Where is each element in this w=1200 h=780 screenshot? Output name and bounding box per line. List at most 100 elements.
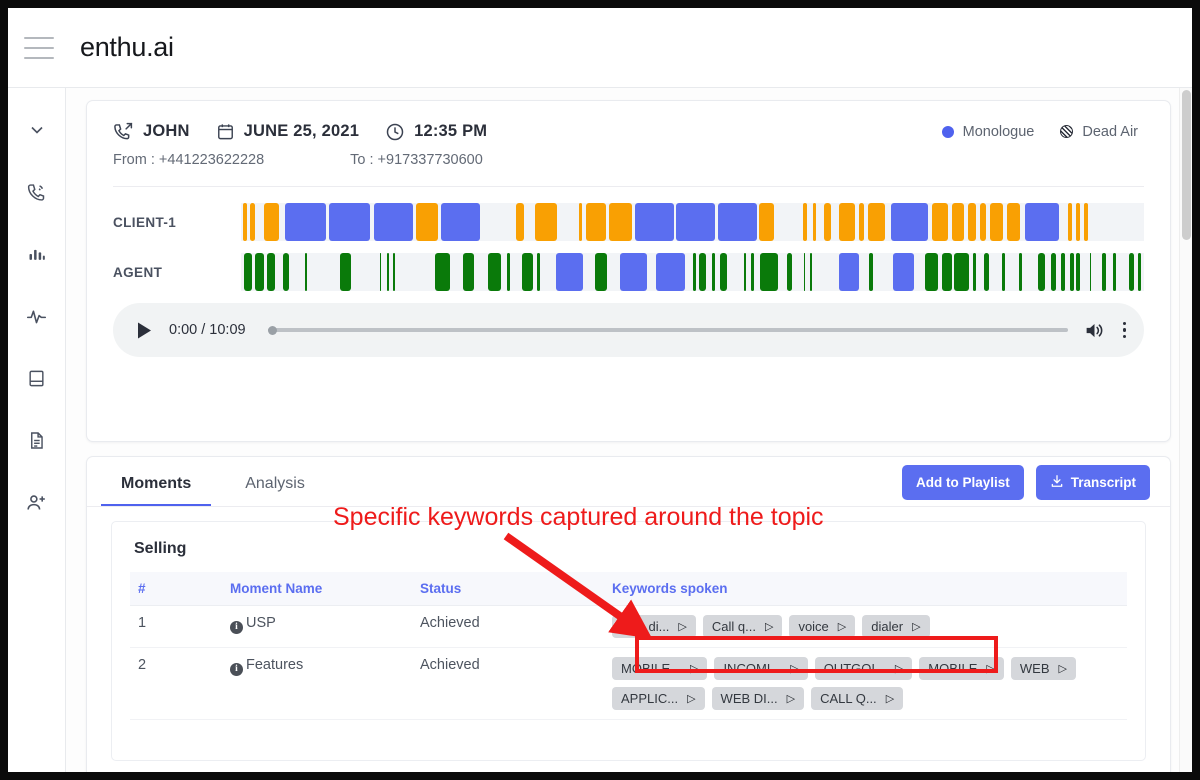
keyword-chip[interactable]: WEB DI... ▷: [711, 687, 805, 710]
call-time: 12:35 PM: [385, 122, 487, 142]
activity-pulse-icon: [26, 306, 47, 327]
play-keyword-icon[interactable]: ▷: [790, 662, 798, 675]
player-time: 0:00 / 10:09: [169, 322, 246, 338]
phone-ringing-icon: [26, 182, 47, 203]
scrollbar-thumb[interactable]: [1182, 90, 1191, 240]
track-segment: [698, 253, 707, 291]
track-segment: [634, 203, 674, 241]
tab-analysis[interactable]: Analysis: [239, 475, 311, 507]
track-segment: [867, 203, 885, 241]
keyword-chip[interactable]: MOBILE ▷: [919, 657, 1004, 680]
call-from: From : +441223622228: [113, 152, 265, 168]
call-to: To : +917337730600: [350, 152, 483, 168]
keyword-chip-label: MOBILE: [928, 661, 978, 676]
sidebar-item-activity[interactable]: [17, 296, 57, 336]
track-segment: [264, 203, 279, 241]
keyword-chip[interactable]: dialer ▷: [862, 615, 930, 638]
moment-group-title: Selling: [134, 540, 187, 557]
play-button[interactable]: [131, 317, 157, 343]
add-to-playlist-button[interactable]: Add to Playlist: [901, 465, 1024, 500]
table-header-row: # Moment Name Status Keywords spoken: [130, 572, 1127, 606]
keyword-chip[interactable]: APPLIC... ▷: [612, 687, 705, 710]
track-segment: [1060, 253, 1066, 291]
track-segment: [743, 253, 746, 291]
table-row: 2 i Features Achieved MOBILE... ▷ INCOMI... ▷ OU…: [130, 647, 1127, 720]
call-detail-card: JOHN JUNE 25, 2021 12:35 PM Monologue De…: [86, 100, 1171, 442]
moment-name-label: USP: [246, 615, 276, 631]
play-keyword-icon[interactable]: ▷: [886, 692, 894, 705]
track-segment: [267, 253, 276, 291]
moments-card: Moments Analysis Add to Playlist Transcr…: [86, 456, 1171, 772]
keyword-chip[interactable]: web di... ▷: [612, 615, 696, 638]
track-segment: [416, 203, 438, 241]
col-status: Status: [412, 572, 604, 606]
track-label-client: CLIENT-1: [113, 214, 177, 230]
play-keyword-icon[interactable]: ▷: [687, 692, 695, 705]
sidebar-item-collapse[interactable]: [17, 110, 57, 150]
legend-label-dead-air: Dead Air: [1082, 123, 1138, 140]
keyword-chip[interactable]: Call q... ▷: [702, 615, 783, 638]
keyword-chip[interactable]: MOBILE... ▷: [612, 657, 708, 680]
play-keyword-icon[interactable]: ▷: [678, 620, 686, 633]
col-keywords: Keywords spoken: [604, 572, 1127, 606]
seek-knob[interactable]: [267, 325, 277, 335]
call-date: JUNE 25, 2021: [216, 122, 359, 141]
track-segment: [869, 253, 873, 291]
play-keyword-icon[interactable]: ▷: [1059, 662, 1067, 675]
track-segment: [1089, 253, 1092, 291]
keyword-chip[interactable]: INCOMI... ▷: [714, 657, 808, 680]
track-segment: [1101, 253, 1107, 291]
speaker-tracks: CLIENT-1 AGENT: [87, 187, 1170, 291]
transcript-button[interactable]: Transcript: [1035, 465, 1150, 500]
keyword-chip[interactable]: WEB ▷: [1010, 657, 1076, 680]
track-segment: [692, 253, 697, 291]
sidebar-item-reports[interactable]: [17, 234, 57, 274]
track-segment: [760, 253, 779, 291]
track-segment: [717, 203, 757, 241]
play-keyword-icon[interactable]: ▷: [986, 662, 994, 675]
track-label-agent: AGENT: [113, 264, 163, 280]
sidebar-item-add-user[interactable]: [17, 482, 57, 522]
track-segment: [802, 203, 808, 241]
track-segment: [1019, 253, 1023, 291]
seek-bar[interactable]: [267, 322, 1068, 338]
track-segment: [441, 203, 481, 241]
cell-keywords: web di... ▷ Call q... ▷ voice ▷ dialer ▷: [604, 605, 1127, 648]
track-segment: [254, 253, 265, 291]
play-keyword-icon[interactable]: ▷: [838, 620, 846, 633]
player-menu-button[interactable]: [1122, 321, 1126, 339]
track-bar-client[interactable]: [241, 203, 1144, 241]
main-content: JOHN JUNE 25, 2021 12:35 PM Monologue De…: [66, 88, 1192, 772]
sidebar-item-library[interactable]: [17, 358, 57, 398]
bar-chart-icon: [27, 244, 47, 264]
track-segment: [858, 203, 865, 241]
info-icon[interactable]: i: [230, 662, 243, 676]
col-moment-name: Moment Name: [222, 572, 412, 606]
track-segment: [931, 203, 949, 241]
keyword-chip-label: APPLIC...: [621, 691, 679, 706]
info-icon[interactable]: i: [230, 620, 243, 634]
book-icon: [27, 369, 46, 388]
play-keyword-icon[interactable]: ▷: [787, 692, 795, 705]
track-segment: [824, 203, 831, 241]
tab-moments[interactable]: Moments: [100, 475, 212, 507]
track-segment: [329, 203, 371, 241]
track-segment: [759, 203, 774, 241]
keyword-chip[interactable]: OUTGOI... ▷: [814, 657, 913, 680]
legend: Monologue Dead Air: [941, 123, 1144, 140]
keyword-chip[interactable]: voice ▷: [789, 615, 856, 638]
sidebar-item-documents[interactable]: [17, 420, 57, 460]
keyword-chip-label: MOBILE...: [621, 661, 681, 676]
call-date-text: JUNE 25, 2021: [243, 122, 360, 140]
play-keyword-icon[interactable]: ▷: [690, 662, 698, 675]
play-keyword-icon[interactable]: ▷: [912, 620, 920, 633]
play-keyword-icon[interactable]: ▷: [895, 662, 903, 675]
volume-button[interactable]: [1084, 320, 1105, 341]
hamburger-icon[interactable]: [24, 36, 54, 59]
keyword-chip[interactable]: CALL Q... ▷: [811, 687, 904, 710]
sidebar-item-calls[interactable]: [17, 172, 57, 212]
page-scrollbar[interactable]: [1179, 88, 1192, 772]
track-segment: [387, 253, 390, 291]
play-keyword-icon[interactable]: ▷: [765, 620, 773, 633]
track-bar-agent[interactable]: [241, 253, 1144, 291]
